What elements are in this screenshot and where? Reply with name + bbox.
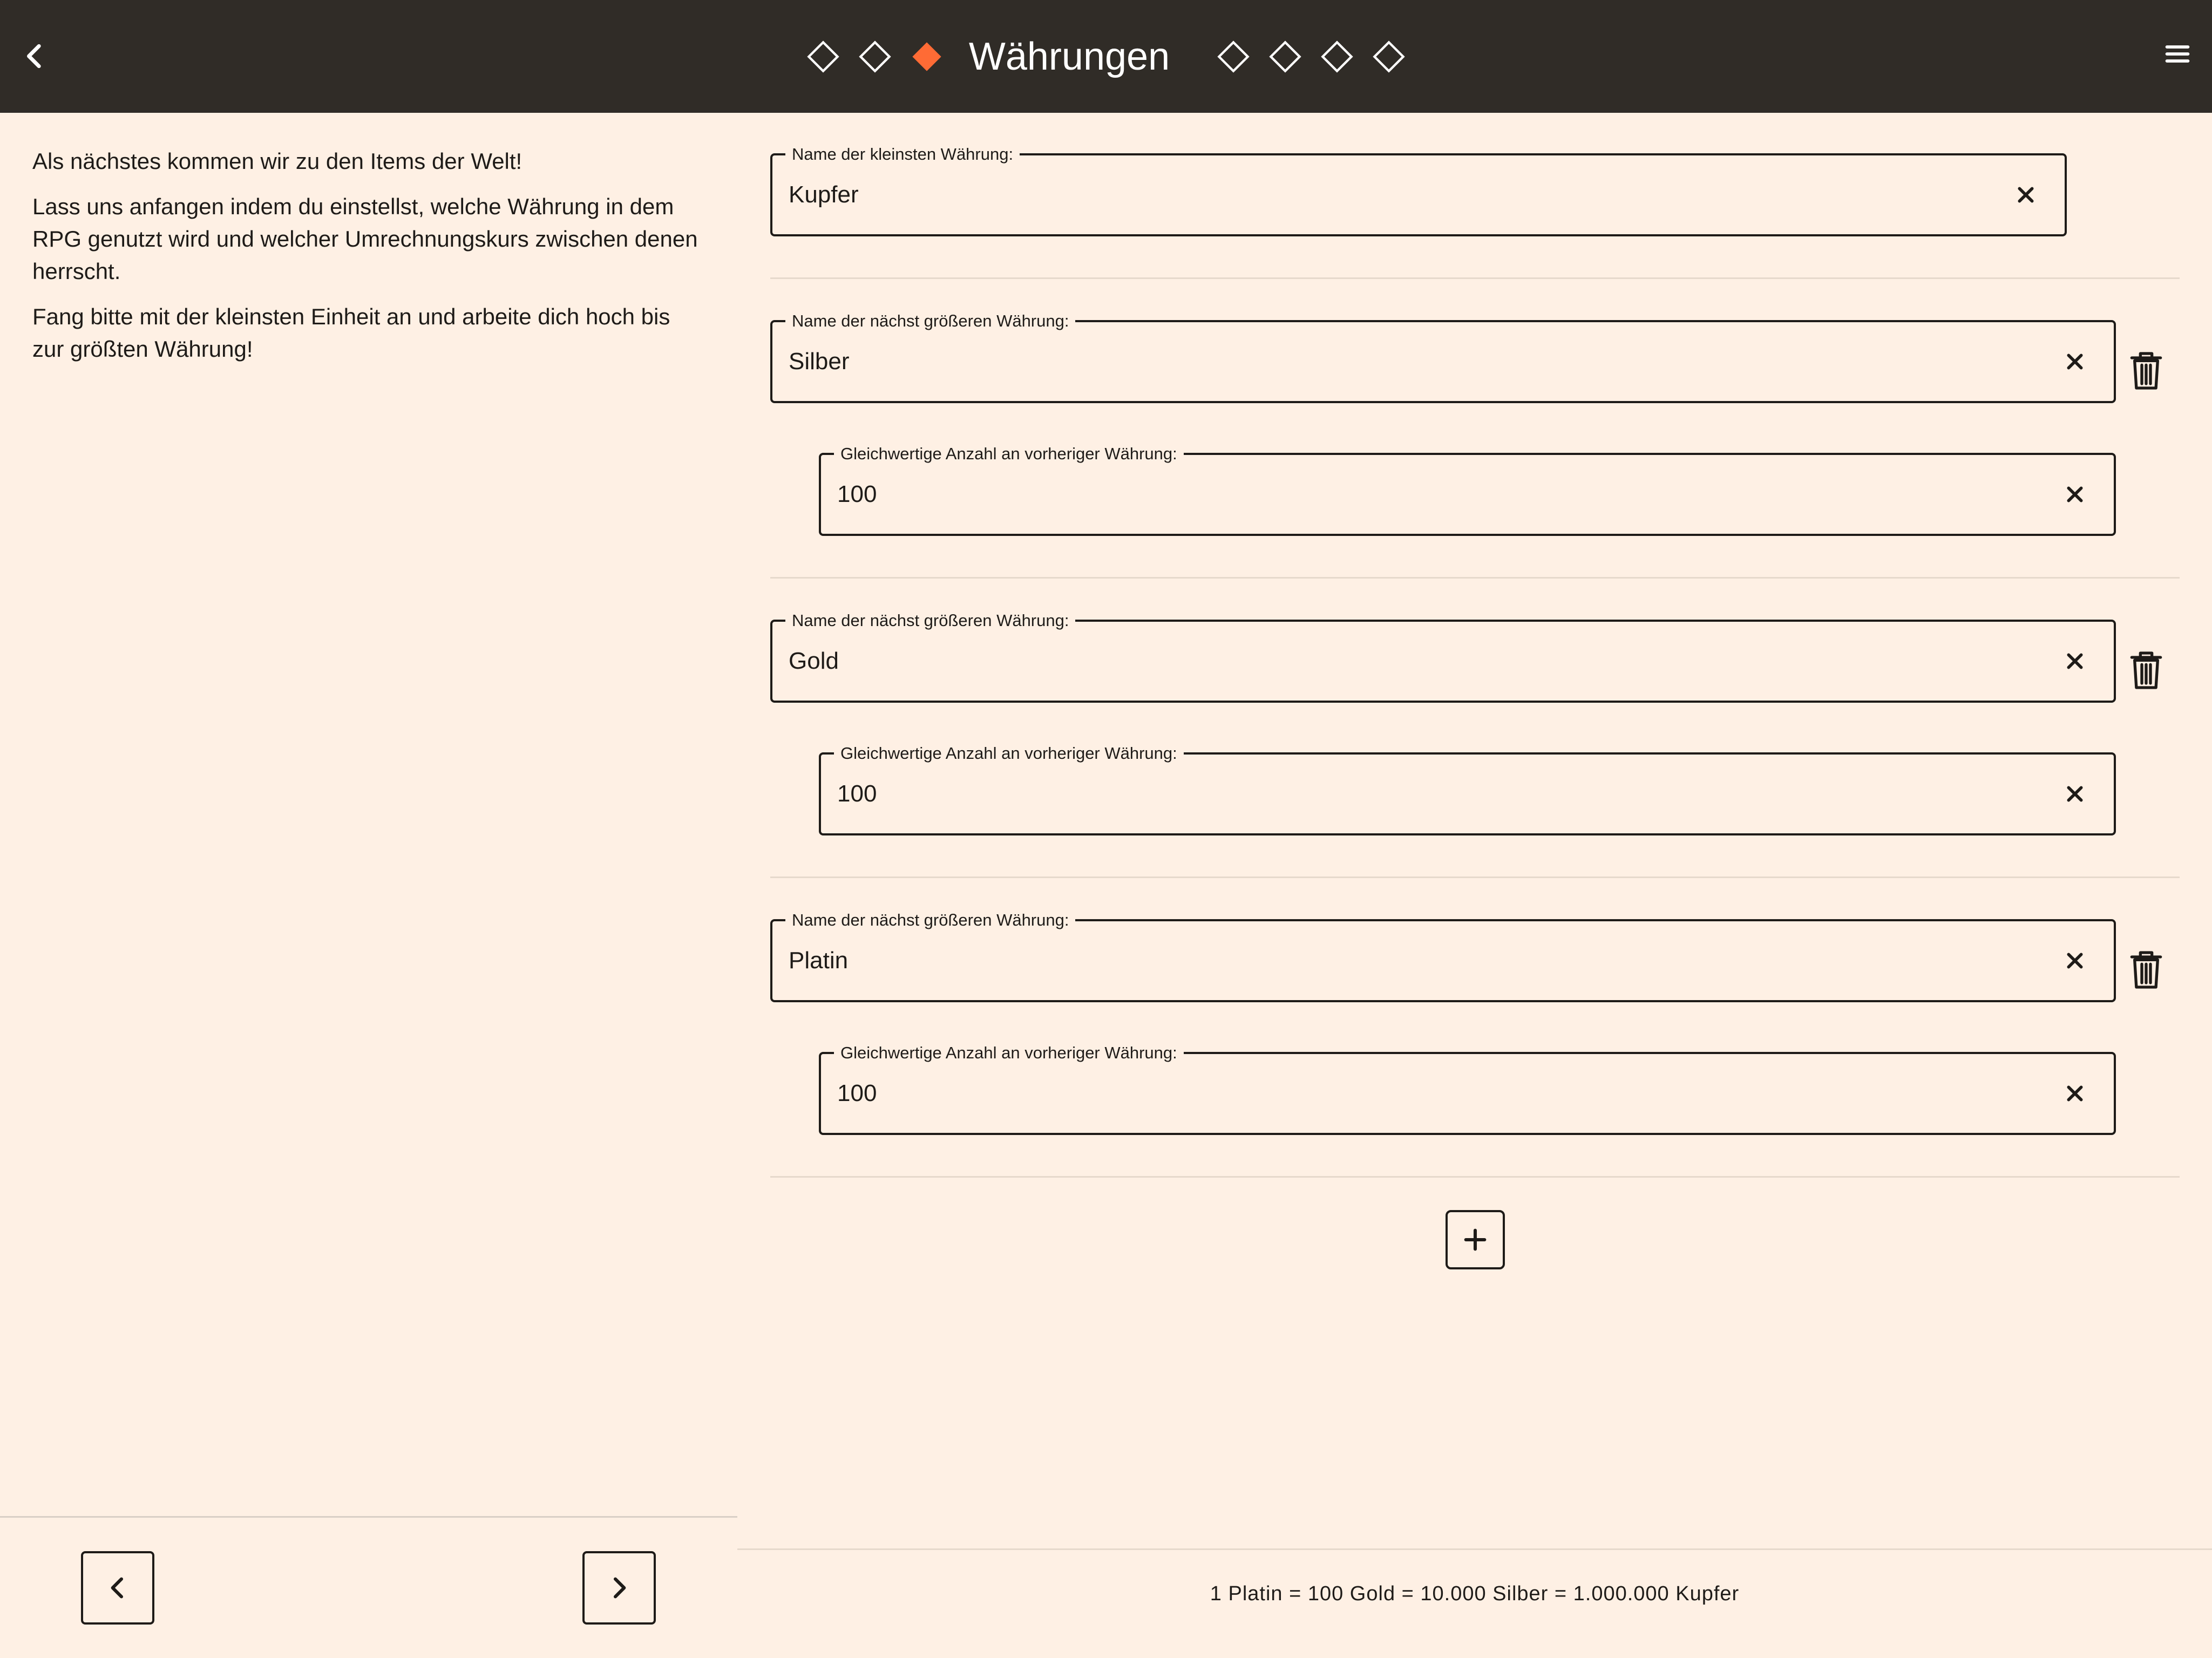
exchange-rate-input[interactable] — [837, 1054, 2038, 1133]
clear-button[interactable] — [2055, 774, 2094, 813]
delete-currency-button[interactable] — [2123, 345, 2169, 397]
step-diamond-icon — [1321, 40, 1353, 73]
close-icon — [2067, 786, 2083, 802]
clear-button[interactable] — [2055, 475, 2094, 514]
exchange-rate-field[interactable]: Gleichwertige Anzahl an vorheriger Währu… — [819, 744, 2116, 835]
step-2[interactable] — [849, 31, 901, 83]
page-title: Währungen — [968, 35, 1170, 78]
currency-name-field[interactable]: Name der nächst größeren Währung: — [770, 910, 2116, 1002]
divider — [770, 876, 2180, 878]
base-currency-input[interactable] — [789, 155, 1989, 234]
chevron-right-icon — [613, 1577, 626, 1599]
currency-name-input[interactable] — [789, 921, 2038, 1000]
plus-icon — [1464, 1228, 1487, 1251]
divider — [737, 1548, 2212, 1550]
step-diamond-icon — [807, 40, 839, 73]
step-1[interactable] — [797, 31, 849, 83]
delete-currency-button[interactable] — [2123, 944, 2169, 996]
step-diamond-icon — [1373, 40, 1405, 73]
step-current[interactable] — [901, 31, 953, 83]
close-icon — [2067, 953, 2083, 969]
exchange-rate-input[interactable] — [837, 455, 2038, 534]
currency-name-field[interactable]: Name der nächst größeren Währung: — [770, 311, 2116, 403]
divider — [770, 577, 2180, 579]
clear-button[interactable] — [2055, 642, 2094, 681]
exchange-rate-field[interactable]: Gleichwertige Anzahl an vorheriger Währu… — [819, 1043, 2116, 1135]
step-4[interactable] — [1207, 31, 1259, 83]
delete-currency-button[interactable] — [2123, 644, 2169, 696]
hamburger-menu-icon — [2165, 45, 2190, 63]
conversion-summary: 1 Platin = 100 Gold = 10.000 Silber = 1.… — [1210, 1582, 1740, 1605]
top-app-bar: Währungen — [0, 0, 2212, 113]
exchange-rate-input[interactable] — [837, 755, 2038, 833]
divider — [770, 277, 2180, 279]
currency-name-field[interactable]: Name der nächst größeren Währung: — [770, 611, 2116, 703]
step-5[interactable] — [1259, 31, 1311, 83]
wizard-stepper: Währungen — [0, 0, 2212, 113]
clear-button[interactable] — [2055, 941, 2094, 980]
intro-text: Als nächstes kommen wir zu den Items der… — [32, 145, 707, 378]
trash-icon — [2130, 951, 2162, 989]
trash-icon — [2130, 352, 2162, 390]
intro-paragraph: Fang bitte mit der kleinsten Einheit an … — [32, 304, 670, 362]
step-6[interactable] — [1311, 31, 1363, 83]
clear-button[interactable] — [2055, 342, 2094, 381]
close-icon — [2067, 1085, 2083, 1102]
previous-step-button[interactable] — [81, 1551, 154, 1625]
base-currency-field[interactable]: Name der kleinsten Währung: — [770, 145, 2067, 236]
clear-button[interactable] — [2006, 175, 2045, 214]
intro-paragraph: Als nächstes kommen wir zu den Items der… — [32, 148, 523, 174]
intro-paragraph: Lass uns anfangen indem du einstellst, w… — [32, 194, 698, 284]
chevron-left-icon — [111, 1577, 124, 1599]
clear-button[interactable] — [2055, 1074, 2094, 1113]
menu-button[interactable] — [2156, 32, 2199, 76]
step-7[interactable] — [1363, 31, 1415, 83]
divider — [770, 1176, 2180, 1178]
step-diamond-icon — [859, 40, 891, 73]
trash-icon — [2130, 651, 2162, 689]
exchange-rate-field[interactable]: Gleichwertige Anzahl an vorheriger Währu… — [819, 444, 2116, 536]
step-diamond-icon — [1217, 40, 1250, 73]
currency-name-input[interactable] — [789, 322, 2038, 401]
divider — [0, 1516, 737, 1518]
close-icon — [2067, 354, 2083, 370]
step-diamond-filled-icon — [912, 42, 941, 71]
instructions-pane: Als nächstes kommen wir zu den Items der… — [0, 113, 737, 1516]
close-icon — [2018, 187, 2034, 203]
add-currency-button[interactable] — [1446, 1210, 1505, 1269]
next-step-button[interactable] — [582, 1551, 656, 1625]
step-diamond-icon — [1269, 40, 1301, 73]
currency-name-input[interactable] — [789, 622, 2038, 701]
close-icon — [2067, 486, 2083, 502]
close-icon — [2067, 653, 2083, 669]
